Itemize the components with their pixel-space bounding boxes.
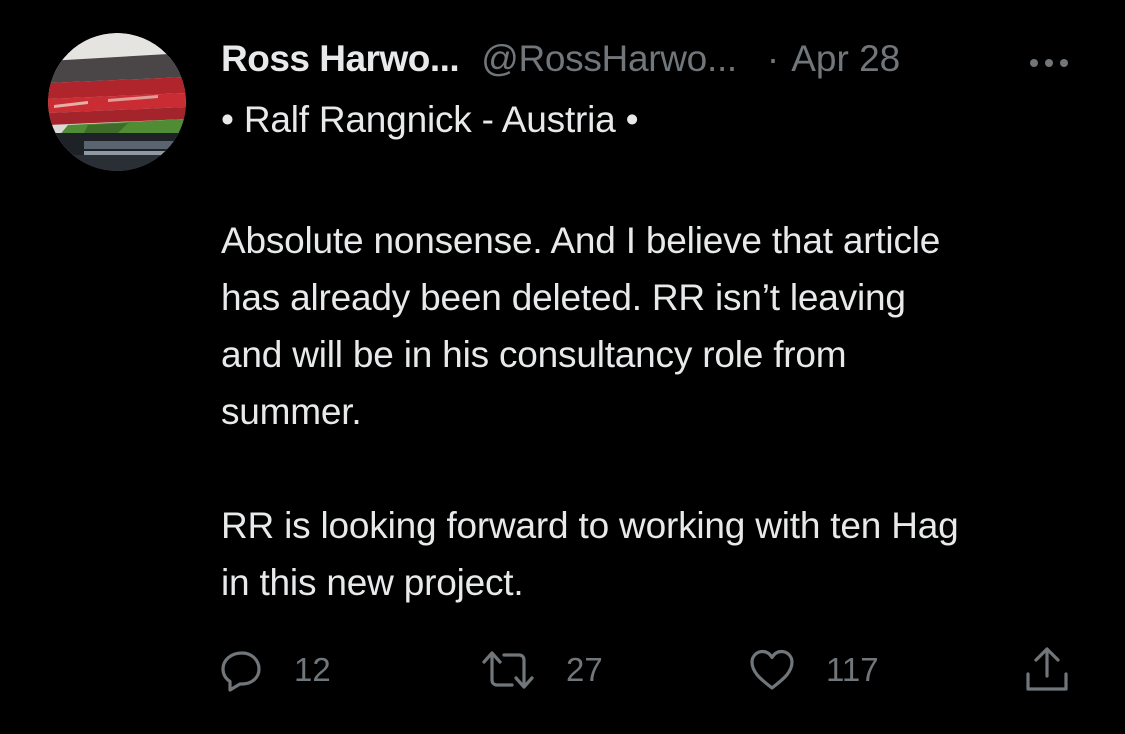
retweet-icon [482,651,534,689]
heart-icon [750,649,794,690]
avatar[interactable] [48,33,186,171]
reply-button[interactable]: 12 [220,640,331,700]
tweet-line: has already been deleted. RR isn’t leavi… [221,277,906,318]
tweet-line: RR is looking forward to working with te… [221,505,959,546]
header-separator: · [766,38,780,79]
like-button[interactable]: 117 [748,640,879,700]
stadium-photo-icon [48,33,186,171]
author-display-name[interactable]: Ross Harwo... [221,38,460,80]
like-count: 117 [826,651,879,688]
retweet-button[interactable]: 27 [480,640,603,700]
tweet-line: summer. [221,391,362,432]
retweet-count: 27 [566,651,603,688]
tweet-header: Ross Harwo... @RossHarwo... · Apr 28 [221,38,900,84]
tweet-line: Absolute nonsense. And I believe that ar… [221,220,941,261]
tweet-actions-bar: 12 27 117 [0,640,1125,700]
more-horizontal-icon [1030,59,1068,67]
more-options-button[interactable] [1020,48,1080,78]
share-icon [1026,647,1068,691]
reply-count: 12 [294,651,331,688]
reply-icon [221,651,261,692]
tweet-text: Absolute nonsense. And I believe that ar… [221,212,1101,611]
author-name-suffix: • Ralf Rangnick - Austria • [221,99,639,140]
tweet-timestamp[interactable]: Apr 28 [791,38,900,80]
tweet-line: in this new project. [221,562,524,603]
tweet-card[interactable]: Ross Harwo... @RossHarwo... · Apr 28 • R… [0,0,1125,734]
share-button[interactable] [1024,640,1070,700]
tweet-line: and will be in his consultancy role from [221,334,847,375]
author-handle[interactable]: @RossHarwo... [481,38,737,80]
